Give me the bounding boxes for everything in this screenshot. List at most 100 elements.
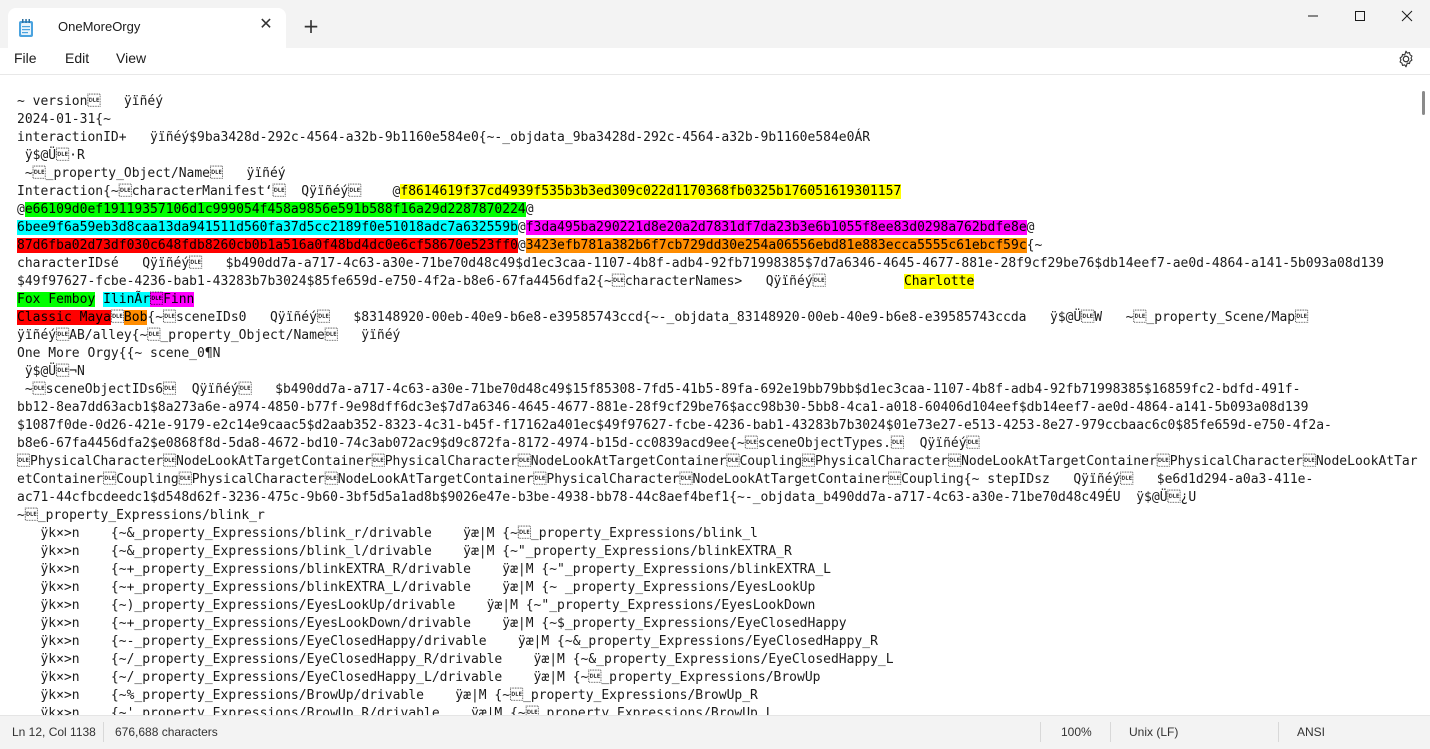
text-segment: @ xyxy=(517,220,526,235)
settings-gear-icon[interactable] xyxy=(1395,48,1417,70)
maximize-icon[interactable] xyxy=(1337,0,1383,32)
close-icon[interactable] xyxy=(1384,0,1430,32)
text-line: 2024-01-31{~ xyxy=(17,111,1418,129)
character-count: 676,688 characters xyxy=(115,725,218,739)
text-segment: $1087f0de-0d26-421e-9179-e2c14e9caac5$d2… xyxy=(17,418,1332,433)
text-line: Fox Femboy IlinÃrFinn xyxy=(17,291,1418,309)
highlighted-text: 3423efb781a382b6f7cb729dd30e254a06556ebd… xyxy=(525,238,1027,253)
text-line: 87d6fba02d73df030c648fdb8260cb0b1a516a0f… xyxy=(17,237,1418,255)
close-tab-icon[interactable]: ✕ xyxy=(256,14,276,34)
text-line: ~_property_Object/Name ÿïñéý xyxy=(17,165,1418,183)
text-segment: @ xyxy=(1026,220,1035,235)
encoding: ANSI xyxy=(1297,725,1326,739)
text-line: b8e6-67fa4456dfa2$e0868f8d-5da8-4672-bd1… xyxy=(17,435,1418,453)
highlighted-text: 6bee9f6a59eb3d8caa13da941511d560fa37d5cc… xyxy=(17,220,518,235)
text-line: ÿk×>n {~'_property_Expressions/BrowUp_R/… xyxy=(17,705,1418,715)
text-line: ÿk×>n {~+_property_Expressions/EyesLookD… xyxy=(17,615,1418,633)
text-segment: b8e6-67fa4456dfa2$e0868f8d-5da8-4672-bd1… xyxy=(17,436,980,451)
text-segment: ÿk×>n {~'_property_Expressions/BrowUp_R/… xyxy=(17,706,774,715)
text-segment: ÿk×>n {~+_property_Expressions/blinkEXTR… xyxy=(17,562,831,577)
text-segment: ~ version ÿïñéý xyxy=(17,94,164,109)
menu-bar: File Edit View xyxy=(0,48,1430,75)
text-segment: {~sceneIDs0 Qÿïñéý $83148920-00eb-40e9… xyxy=(147,310,1309,325)
highlighted-text: Finn xyxy=(163,292,195,307)
text-segment: bb12-8ea7dd63acb1$8a273a6e-a974-4850-b77… xyxy=(17,400,1309,415)
text-segment: PhysicalCharacterNodeLookAtTargetConta… xyxy=(17,454,1418,469)
text-editor[interactable]: ~ version ÿïñéý 2024-01-31{~ interactionI… xyxy=(0,75,1418,715)
new-tab-button[interactable]: + xyxy=(298,14,324,40)
text-line: ~ version ÿïñéý xyxy=(17,93,1418,111)
highlighted-text:  xyxy=(150,292,164,307)
text-segment: {~ xyxy=(1026,238,1043,253)
text-segment: ÿk×>n {~&_property_Expressions/blink_r/d… xyxy=(17,526,758,541)
highlighted-text: Classic Maya xyxy=(17,310,111,325)
text-line: characterIDsé Qÿïñéý $b490dd7a-a717-4c6… xyxy=(17,255,1418,273)
editor-content[interactable]: ~ version ÿïñéý 2024-01-31{~ interactionI… xyxy=(17,93,1418,715)
text-line: ~_property_Expressions/blink_r xyxy=(17,507,1418,525)
scrollbar-thumb[interactable] xyxy=(1422,91,1425,115)
text-segment: ÿ$@Ü¬N xyxy=(17,364,85,379)
text-line: ÿk×>n {~&_property_Expressions/blink_r/d… xyxy=(17,525,1418,543)
highlighted-text: f8614619f37cd4939f535b3b3ed309c022d11703… xyxy=(400,184,902,199)
text-line: ÿ$@Ü¬N xyxy=(17,363,1418,381)
text-line: ÿ$@Ü·R xyxy=(17,147,1418,165)
text-line: ÿïñéýAB/alley{~_property_Object/Name … xyxy=(17,327,1418,345)
menu-file[interactable]: File xyxy=(14,50,37,66)
menu-view[interactable]: View xyxy=(116,50,146,66)
tab-title: OneMoreOrgy xyxy=(58,19,141,34)
text-line: PhysicalCharacterNodeLookAtTargetConta… xyxy=(17,453,1418,471)
highlighted-text: e66109d0ef19119357106d1c999054f458a9856e… xyxy=(24,202,526,217)
text-segment: ÿk×>n {~&_property_Expressions/blink_l/d… xyxy=(17,544,792,559)
text-segment: ÿk×>n {~)_property_Expressions/EyesLookU… xyxy=(17,598,816,613)
zoom-level[interactable]: 100% xyxy=(1061,725,1092,739)
text-segment: etContainerCouplingPhysicalCharacterN… xyxy=(17,472,1314,487)
text-line: ÿk×>n {~)_property_Expressions/EyesLookU… xyxy=(17,597,1418,615)
text-segment: ÿk×>n {~%_property_Expressions/BrowUp/dr… xyxy=(17,688,758,703)
text-segment: One More Orgy{{~ scene_0¶N xyxy=(17,346,221,361)
text-segment: ~sceneObjectIDs6 Qÿïñéý $b490dd7a-a71… xyxy=(17,382,1301,397)
text-line: ÿk×>n {~+_property_Expressions/blinkEXTR… xyxy=(17,561,1418,579)
highlighted-text: Bob xyxy=(123,310,148,325)
menu-edit[interactable]: Edit xyxy=(65,50,89,66)
text-line: Classic MayaBob{~sceneIDs0 Qÿïñéý $83… xyxy=(17,309,1418,327)
text-segment: ÿk×>n {~/_property_Expressions/EyeClosed… xyxy=(17,670,821,685)
highlighted-text: 87d6fba02d73df030c648fdb8260cb0b1a516a0f… xyxy=(17,238,518,253)
text-line: ~sceneObjectIDs6 Qÿïñéý $b490dd7a-a71… xyxy=(17,381,1418,399)
text-segment: ÿk×>n {~+_property_Expressions/blinkEXTR… xyxy=(17,580,816,595)
text-line: ÿk×>n {~/_property_Expressions/EyeClosed… xyxy=(17,669,1418,687)
text-segment: ÿ$@Ü·R xyxy=(17,148,85,163)
highlighted-text: Fox Femboy xyxy=(17,292,96,307)
highlighted-text: IlinÃr xyxy=(103,292,151,307)
text-line: ÿk×>n {~%_property_Expressions/BrowUp/dr… xyxy=(17,687,1418,705)
text-segment: Interaction{~characterManifest‘ Qÿïñéý… xyxy=(17,184,401,199)
text-line: ac71-44cfbcdeedc1$d548d62f-3236-475c-9b6… xyxy=(17,489,1418,507)
text-segment: ÿk×>n {~/_property_Expressions/EyeClosed… xyxy=(17,652,894,667)
text-line: Interaction{~characterManifest‘ Qÿïñéý… xyxy=(17,183,1418,201)
text-segment: @ xyxy=(17,202,25,217)
text-segment: ÿk×>n {~-_property_Expressions/EyeClosed… xyxy=(17,634,878,649)
text-segment: characterIDsé Qÿïñéý $b490dd7a-a717-4c6… xyxy=(17,256,1385,271)
text-segment: ÿïñéýAB/alley{~_property_Object/Name … xyxy=(17,328,401,343)
minimize-icon[interactable] xyxy=(1290,0,1336,32)
text-segment: ~_property_Object/Name ÿïñéý xyxy=(17,166,286,181)
text-segment: ac71-44cfbcdeedc1$d548d62f-3236-475c-9b6… xyxy=(17,490,1197,505)
tab-onemoreorgy[interactable]: OneMoreOrgy ✕ xyxy=(8,8,286,48)
text-segment: $49f97627-fcbe-4236-bab1-43283b7b3024$85… xyxy=(17,274,904,289)
text-line: etContainerCouplingPhysicalCharacterN… xyxy=(17,471,1418,489)
text-line: interactionID+ ÿïñéý$9ba3428d-292c-4564-… xyxy=(17,129,1418,147)
text-segment:  xyxy=(110,310,124,325)
text-line: 6bee9f6a59eb3d8caa13da941511d560fa37d5cc… xyxy=(17,219,1418,237)
text-line: ÿk×>n {~-_property_Expressions/EyeClosed… xyxy=(17,633,1418,651)
highlighted-text: Charlotte xyxy=(903,274,975,289)
highlighted-text: f3da495ba290221d8e20a2d7831df7da23b3e6b1… xyxy=(525,220,1027,235)
cursor-position: Ln 12, Col 1138 xyxy=(12,725,96,739)
text-segment xyxy=(95,292,103,307)
text-line: ÿk×>n {~&_property_Expressions/blink_l/d… xyxy=(17,543,1418,561)
text-line: ÿk×>n {~+_property_Expressions/blinkEXTR… xyxy=(17,579,1418,597)
title-bar: OneMoreOrgy ✕ + xyxy=(0,0,1430,48)
vertical-scrollbar[interactable] xyxy=(1418,75,1430,715)
line-ending: Unix (LF) xyxy=(1129,725,1179,739)
text-line: ÿk×>n {~/_property_Expressions/EyeClosed… xyxy=(17,651,1418,669)
text-line: bb12-8ea7dd63acb1$8a273a6e-a974-4850-b77… xyxy=(17,399,1418,417)
text-line: One More Orgy{{~ scene_0¶N xyxy=(17,345,1418,363)
